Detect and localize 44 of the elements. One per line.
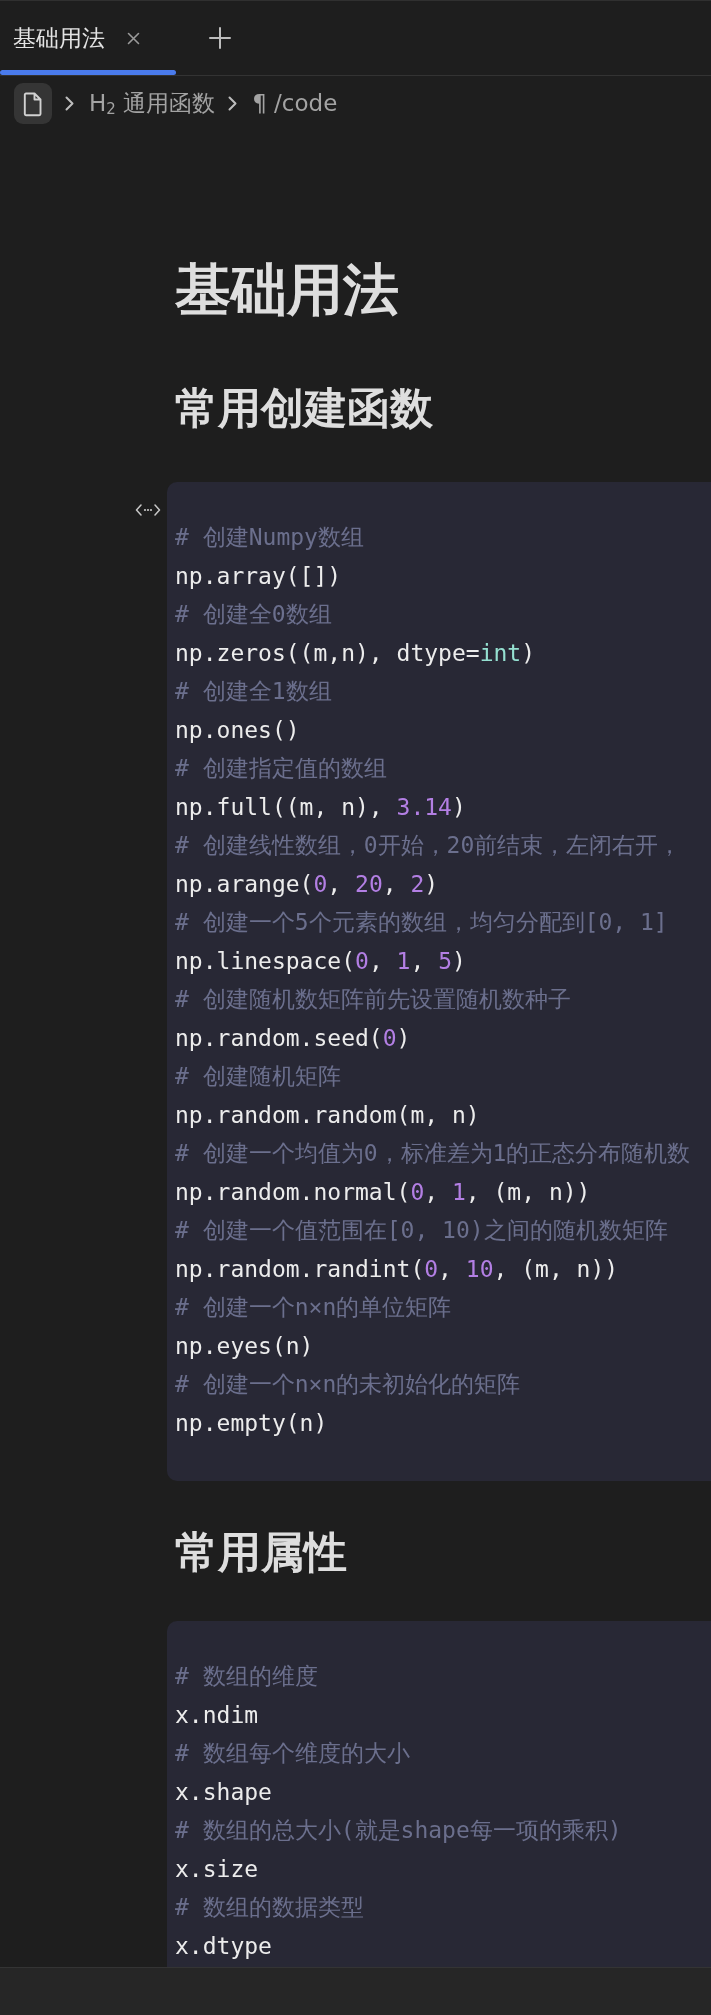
file-icon[interactable] <box>14 82 52 124</box>
code-line: np.empty(n) <box>175 1408 328 1438</box>
code-comment: # 创建全1数组 <box>175 677 332 706</box>
code-line: np.array([]) <box>175 561 342 591</box>
code-line: np.random.normal(0, 1, (m, n)) <box>175 1177 591 1207</box>
chevron-right-icon <box>228 95 238 111</box>
code-line: x.ndim <box>175 1700 259 1730</box>
page-title: 基础用法 <box>175 256 400 323</box>
code-comment: # 创建一个值范围在[0, 10)之间的随机数矩阵 <box>175 1216 668 1245</box>
code-line: x.dtype <box>175 1931 272 1961</box>
breadcrumb-link[interactable]: ¶ /code <box>252 88 338 118</box>
section-heading: 常用创建函数 <box>175 382 434 434</box>
code-comment: # 创建一个均值为0，标准差为1的正态分布随机数 <box>175 1139 691 1168</box>
code-brackets-icon[interactable] <box>135 503 161 517</box>
code-line: np.zeros((m,n), dtype=int) <box>175 638 536 668</box>
section-heading: 常用属性 <box>175 1526 348 1578</box>
code-comment: # 创建指定值的数组 <box>175 754 387 783</box>
code-comment: # 数组的数据类型 <box>175 1893 364 1922</box>
tab[interactable]: 基础用法 <box>0 1 176 75</box>
plus-icon[interactable] <box>209 27 231 49</box>
code-comment: # 创建一个5个元素的数组，均匀分配到[0, 1] <box>175 908 668 937</box>
code-comment: # 创建一个n×n的单位矩阵 <box>175 1293 452 1322</box>
code-comment: # 数组每个维度的大小 <box>175 1739 410 1768</box>
code-line: np.ones() <box>175 715 300 745</box>
code-line: np.eyes(n) <box>175 1331 314 1361</box>
code-line: np.random.seed(0) <box>175 1023 411 1053</box>
code-line: np.arange(0, 20, 2) <box>175 869 439 899</box>
close-icon[interactable] <box>127 31 140 45</box>
code-line: np.random.randint(0, 10, (m, n)) <box>175 1254 619 1284</box>
code-comment: # 创建一个n×n的未初始化的矩阵 <box>175 1370 521 1399</box>
code-line: x.size <box>175 1854 259 1884</box>
code-line: np.random.random(m, n) <box>175 1100 480 1130</box>
code-comment: # 创建Numpy数组 <box>175 523 364 552</box>
code-line: np.linespace(0, 1, 5) <box>175 946 466 976</box>
code-comment: # 创建线性数组，0开始，20前结束，左闭右开， <box>175 831 682 860</box>
code-comment: # 数组的总大小(就是shape每一项的乘积) <box>175 1816 622 1845</box>
code-line: np.full((m, n), 3.14) <box>175 792 466 822</box>
code-comment: # 创建全0数组 <box>175 600 332 629</box>
code-comment: # 创建随机数矩阵前先设置随机数种子 <box>175 985 571 1014</box>
code-comment: # 数组的维度 <box>175 1662 318 1691</box>
chevron-right-icon <box>65 95 74 111</box>
code-line: x.shape <box>175 1777 272 1807</box>
code-comment: # 创建随机矩阵 <box>175 1062 341 1091</box>
breadcrumb-link[interactable]: H$_{2}$ 通用函数 <box>89 88 216 118</box>
